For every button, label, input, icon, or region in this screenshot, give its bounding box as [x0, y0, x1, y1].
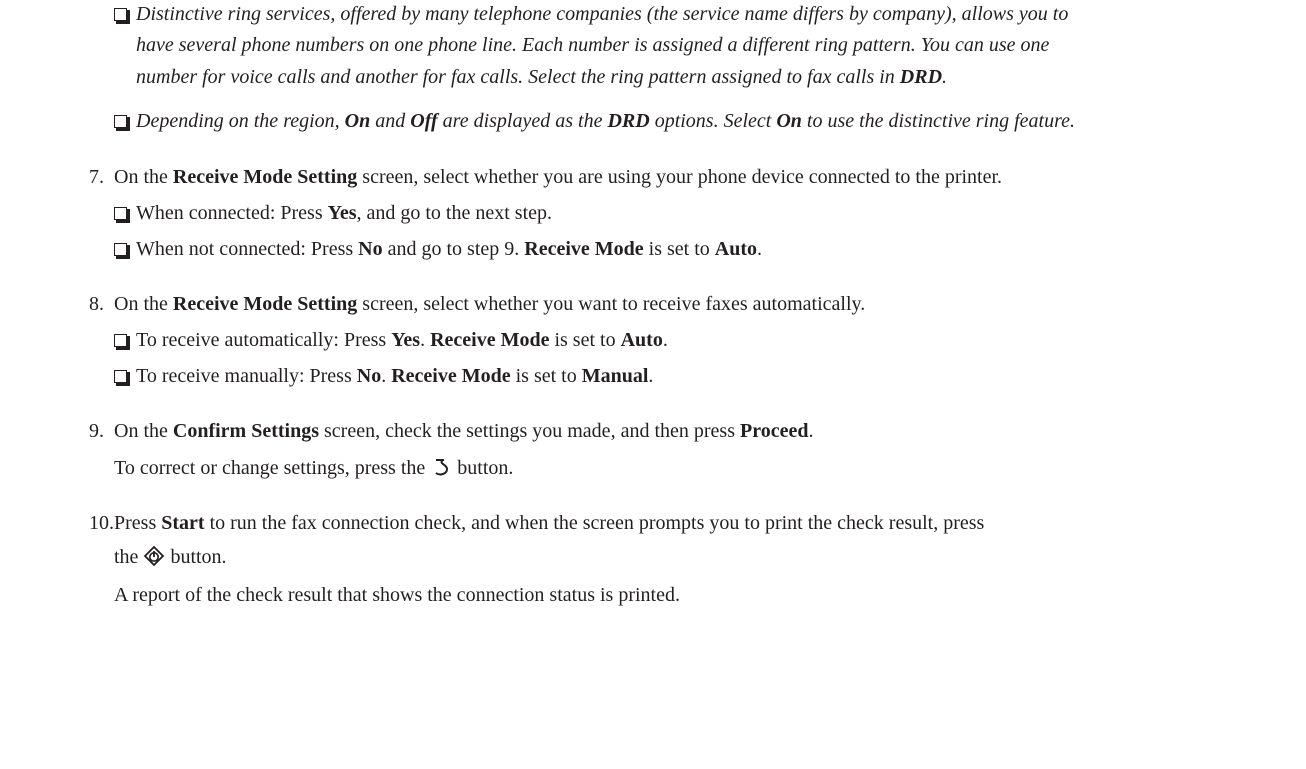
note-distinctive-ring-line-3: number for voice calls and another for f… — [136, 66, 948, 88]
checkbox-bullet-icon — [114, 370, 130, 386]
step-9: 9. On the Confirm Settings screen, check… — [89, 419, 1299, 443]
step-7-option-not-connected: When not connected: Press No and go to s… — [114, 237, 762, 261]
step-8: 8. On the Receive Mode Setting screen, s… — [89, 292, 1299, 316]
step-text: Press Start to run the fax connection ch… — [114, 512, 985, 534]
note-distinctive-ring-line-1: Distinctive ring services, offered by ma… — [114, 2, 1068, 26]
checkbox-bullet-icon — [114, 334, 130, 350]
step-8-option-auto: To receive automatically: Press Yes. Rec… — [114, 328, 668, 352]
step-number: 8. — [89, 293, 104, 315]
step-7-option-connected: When connected: Press Yes, and go to the… — [114, 201, 552, 225]
step-8-option-manual: To receive manually: Press No. Receive M… — [114, 364, 653, 388]
step-10: 10. Press Start to run the fax connectio… — [89, 511, 1299, 535]
step-text: On the Receive Mode Setting screen, sele… — [114, 293, 866, 315]
start-icon — [144, 545, 165, 567]
document-page: Distinctive ring services, offered by ma… — [0, 0, 1306, 769]
step-10-result-note: A report of the check result that shows … — [114, 584, 680, 606]
note-distinctive-ring-line-2: have several phone numbers on one phone … — [136, 34, 1050, 56]
checkbox-bullet-icon — [114, 8, 130, 24]
step-text: On the Receive Mode Setting screen, sele… — [114, 166, 1003, 188]
step-9-back-note: To correct or change settings, press the… — [114, 457, 514, 479]
step-10-line-2: the button. — [114, 545, 227, 568]
back-icon — [435, 459, 449, 476]
step-7: 7. On the Receive Mode Setting screen, s… — [89, 165, 1299, 189]
step-number: 7. — [89, 166, 104, 188]
step-number: 10. — [89, 512, 114, 534]
checkbox-bullet-icon — [114, 115, 130, 131]
step-text: On the Confirm Settings screen, check th… — [114, 420, 814, 442]
step-number: 9. — [89, 420, 104, 442]
checkbox-bullet-icon — [114, 243, 130, 259]
checkbox-bullet-icon — [114, 207, 130, 223]
note-region-options: Depending on the region, On and Off are … — [114, 109, 1075, 133]
